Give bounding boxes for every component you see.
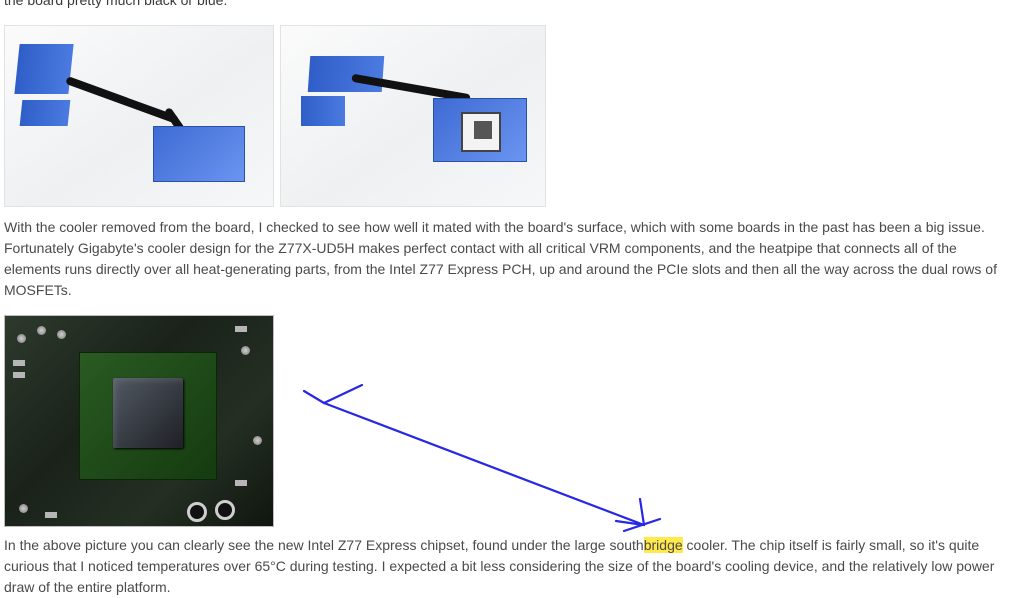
article-image-cooler-top (4, 25, 274, 207)
image-row-coolers (4, 25, 1014, 207)
truncated-previous-line: the board pretty much black or blue. (4, 0, 1014, 11)
article-paragraph-cooler-fit: With the cooler removed from the board, … (4, 217, 1014, 301)
para2-text-a: In the above picture you can clearly see… (4, 537, 644, 553)
search-highlight: bridge (644, 537, 683, 553)
article-paragraph-chipset: In the above picture you can clearly see… (4, 535, 1014, 598)
article-image-pcb-chipset (4, 315, 274, 527)
article-image-cooler-underside (280, 25, 546, 207)
